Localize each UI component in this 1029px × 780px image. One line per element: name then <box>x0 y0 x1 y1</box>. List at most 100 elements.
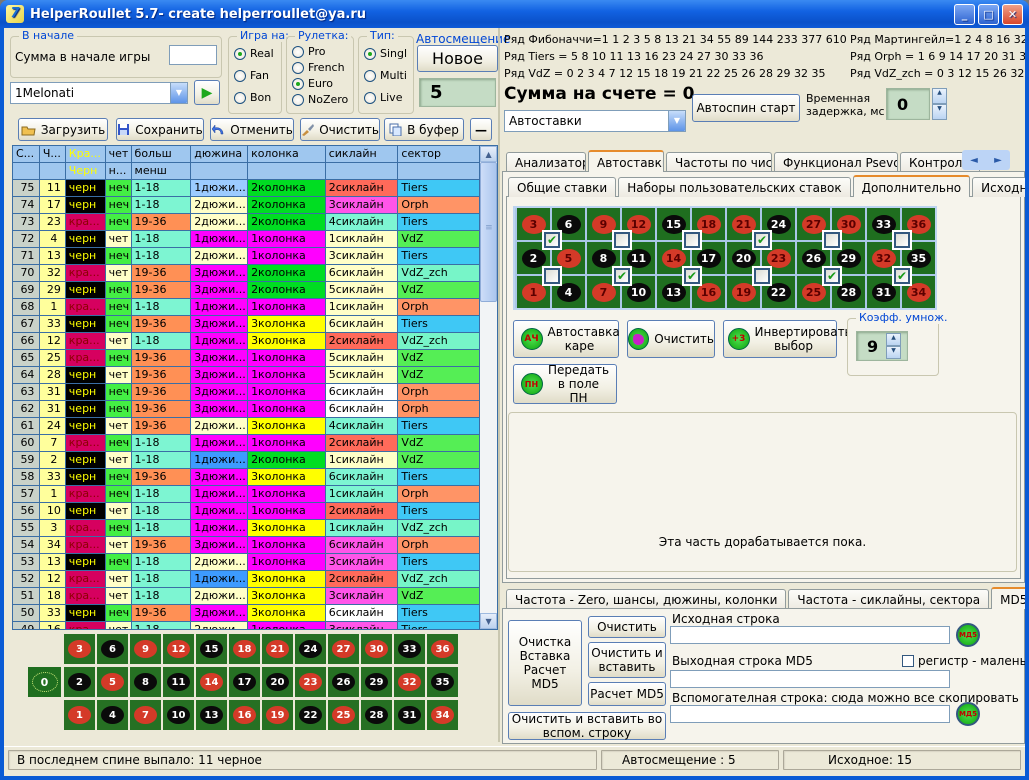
tab-2[interactable]: Наборы пользовательских ставок <box>618 177 850 197</box>
coef-spinner[interactable]: ▲ ▼ <box>886 333 901 359</box>
board-cell-12[interactable]: 12 <box>163 634 194 664</box>
board-cell-1[interactable]: 1 <box>64 700 95 730</box>
board-cell-24[interactable]: 24 <box>295 634 326 664</box>
tab-4[interactable]: Исходные строки МД <box>972 177 1025 197</box>
md5-run-icon[interactable]: МД5 <box>956 623 980 647</box>
bet-checkbox-bottom-3[interactable]: ✔ <box>684 268 700 284</box>
start-sum-input[interactable] <box>169 45 217 65</box>
tab-1[interactable]: Общие ставки <box>508 177 616 197</box>
board-cell-23[interactable]: 23 <box>295 667 326 697</box>
board-cell-20[interactable]: 20 <box>262 667 293 697</box>
board-cell-33[interactable]: 33 <box>394 634 425 664</box>
checkbox-icon[interactable] <box>902 655 914 667</box>
minimize-button[interactable]: _ <box>954 4 975 25</box>
board-cell-36[interactable]: 36 <box>427 634 458 664</box>
radio-icon[interactable] <box>292 78 304 90</box>
board-cell-35[interactable]: 35 <box>427 667 458 697</box>
md5-clear-paste-aux-button[interactable]: Очистить и вставить во вспом. строку <box>508 712 666 740</box>
table-header-cell[interactable] <box>191 163 248 180</box>
tab-3[interactable]: Дополнительно <box>853 175 971 197</box>
board-cell-32[interactable]: 32 <box>394 667 425 697</box>
board-cell-5[interactable]: 5 <box>97 667 128 697</box>
radio-euro[interactable]: Euro <box>292 77 348 90</box>
radio-bon[interactable]: Bon <box>234 91 274 104</box>
table-header-cell[interactable] <box>326 163 399 180</box>
transfer-button[interactable]: ПН Передать в поле ПН <box>513 364 617 404</box>
board-cell-29[interactable]: 29 <box>361 667 392 697</box>
radio-real[interactable]: Real <box>234 47 274 60</box>
table-header-cell[interactable]: чет <box>106 146 132 163</box>
scrollbar-thumb[interactable] <box>480 162 497 302</box>
tab-3[interactable]: Частоты по числам <box>666 152 772 172</box>
radio-icon[interactable] <box>364 92 376 104</box>
md5-clear-button[interactable]: Очистить <box>588 616 666 638</box>
bet-checkbox-bottom-5[interactable]: ✔ <box>824 268 840 284</box>
tab-2[interactable]: Автоставки <box>588 150 664 172</box>
bet-checkbox-top-5[interactable] <box>824 232 840 248</box>
tab-scroll-right-icon[interactable]: ► <box>994 155 1002 166</box>
board-cell-3[interactable]: 3 <box>64 634 95 664</box>
board-cell-0[interactable]: 0 <box>28 667 61 697</box>
close-button[interactable]: ✕ <box>1002 4 1023 25</box>
board-cell-27[interactable]: 27 <box>328 634 359 664</box>
tab-1[interactable]: Анализатор <box>506 152 586 172</box>
spin-up-icon[interactable]: ▲ <box>932 88 947 104</box>
radio-pro[interactable]: Pro <box>292 45 348 58</box>
board-cell-4[interactable]: 4 <box>97 700 128 730</box>
bet-checkbox-bottom-1[interactable] <box>544 268 560 284</box>
table-header-cell[interactable]: больш <box>132 146 192 163</box>
radio-french[interactable]: French <box>292 61 348 74</box>
radio-icon[interactable] <box>292 94 304 106</box>
board-cell-10[interactable]: 10 <box>163 700 194 730</box>
table-header-cell[interactable]: дюжина <box>191 146 248 163</box>
radio-icon[interactable] <box>234 92 246 104</box>
board-cell-17[interactable]: 17 <box>229 667 260 697</box>
table-header-cell[interactable] <box>398 163 480 180</box>
table-header-cell[interactable]: сиклайн <box>326 146 399 163</box>
board-cell-13[interactable]: 13 <box>196 700 227 730</box>
table-header-cell[interactable]: сектор <box>398 146 480 163</box>
bet-checkbox-top-3[interactable] <box>684 232 700 248</box>
md5-calc-button[interactable]: Расчет MD5 <box>588 682 666 706</box>
bet-checkbox-bottom-6[interactable]: ✔ <box>894 268 910 284</box>
buffer-button[interactable]: В буфер <box>384 118 464 141</box>
save-button[interactable]: Сохранить <box>116 118 204 141</box>
board-cell-7[interactable]: 7 <box>130 700 161 730</box>
bet-checkbox-top-1[interactable]: ✔ <box>544 232 560 248</box>
bet-checkbox-bottom-2[interactable]: ✔ <box>614 268 630 284</box>
bet-checkbox-bottom-4[interactable] <box>754 268 770 284</box>
radio-icon[interactable] <box>292 62 304 74</box>
minus-button[interactable]: — <box>470 118 492 141</box>
board-cell-30[interactable]: 30 <box>361 634 392 664</box>
table-header-cell[interactable] <box>248 163 326 180</box>
table-scrollbar[interactable]: ▲ ▼ <box>480 146 497 629</box>
title-bar[interactable]: 7 HelperRoullet 5.7- create helperroulle… <box>0 0 1029 28</box>
autobets-combo[interactable]: Автоставки ▼ <box>504 110 686 132</box>
load-button[interactable]: Загрузить <box>18 118 108 141</box>
board-cell-25[interactable]: 25 <box>328 700 359 730</box>
table-header-cell[interactable]: С... <box>13 146 40 163</box>
board-cell-19[interactable]: 19 <box>262 700 293 730</box>
scroll-down-icon[interactable]: ▼ <box>480 613 497 629</box>
table-header-cell[interactable] <box>13 163 40 180</box>
table-header-cell[interactable]: Ч... <box>40 146 66 163</box>
tab-4[interactable]: Функционал PsevdoMS <box>774 152 898 172</box>
table-header-cell[interactable] <box>40 163 66 180</box>
spin-down-icon[interactable]: ▼ <box>932 104 947 120</box>
tab-scroll-left-icon[interactable]: ◄ <box>970 155 978 166</box>
spin-down-icon[interactable]: ▼ <box>886 346 901 359</box>
bet-checkbox-top-4[interactable]: ✔ <box>754 232 770 248</box>
board-cell-26[interactable]: 26 <box>328 667 359 697</box>
radio-fan[interactable]: Fan <box>234 69 274 82</box>
chevron-down-icon[interactable]: ▼ <box>170 83 187 103</box>
radio-icon[interactable] <box>364 70 376 82</box>
board-cell-6[interactable]: 6 <box>97 634 128 664</box>
tab-scroll-arrows[interactable]: ◄► <box>962 150 1010 170</box>
bet-checkbox-top-6[interactable] <box>894 232 910 248</box>
radio-icon[interactable] <box>234 70 246 82</box>
invert-selection-button[interactable]: +3 Инвертировать выбор <box>723 320 837 358</box>
md5-src-input[interactable] <box>670 626 950 644</box>
clear-button[interactable]: Очистить <box>300 118 380 141</box>
radio-singl[interactable]: Singl <box>364 47 407 60</box>
md5-case-checkbox[interactable]: регистр - маленький <box>902 654 1025 668</box>
